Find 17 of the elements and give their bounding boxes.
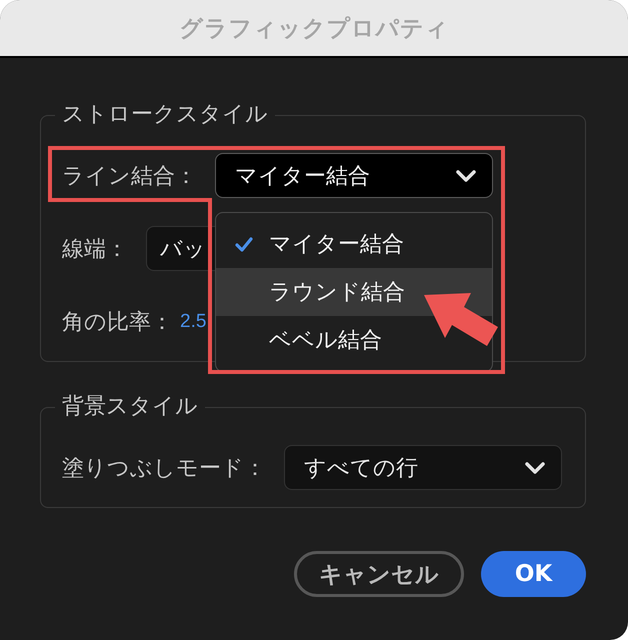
- number-value[interactable]: 2.5: [180, 310, 206, 332]
- dropdown[interactable]: マイター結合: [215, 153, 493, 198]
- chevron-down-icon: [525, 462, 545, 474]
- cancel-button[interactable]: キャンセル: [294, 551, 464, 597]
- group-title: ストロークスタイル: [61, 101, 269, 129]
- ok-button[interactable]: OK: [481, 551, 586, 597]
- menu-option[interactable]: ベベル結合: [216, 316, 492, 364]
- field-label: ライン結合：: [62, 162, 197, 190]
- group-title: 背景スタイル: [61, 393, 199, 421]
- field-label: 角の比率：: [62, 308, 173, 336]
- pointer-arrow-icon: [424, 293, 498, 346]
- menu-option[interactable]: ラウンド結合: [216, 268, 492, 316]
- dropdown[interactable]: すべての行: [284, 445, 562, 490]
- chevron-down-icon: [456, 170, 476, 182]
- window-title: グラフィックプロパティ: [179, 14, 449, 44]
- field-label: 塗りつぶしモード：: [62, 454, 266, 482]
- field-label: 線端：: [62, 236, 128, 264]
